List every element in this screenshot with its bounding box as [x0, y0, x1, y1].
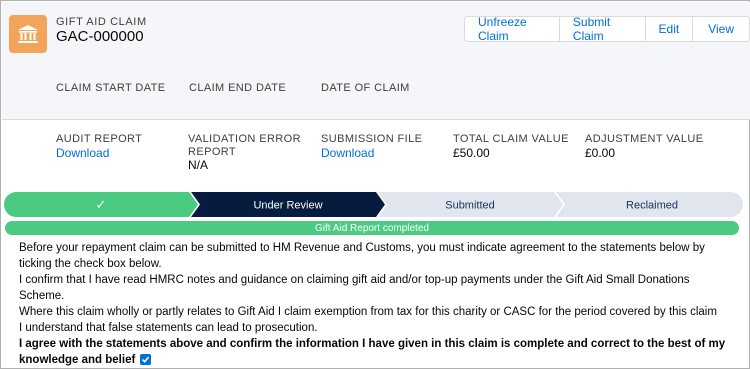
path-stage-reclaimed[interactable]: Reclaimed [556, 192, 743, 217]
adjustment-value: £0.00 [585, 146, 616, 160]
object-type-label: GIFT AID CLAIM [56, 16, 147, 28]
path-stage-check-icon: ✓ [96, 198, 107, 213]
path-stage-under-review[interactable]: Under Review [191, 192, 385, 217]
path-stage-label-submitted: Submitted [445, 200, 495, 212]
total-claim-value: £50.00 [453, 146, 490, 160]
audit-report-label: AUDIT REPORT [56, 133, 143, 145]
declaration-line-2: Where this claim wholly or partly relate… [19, 306, 717, 318]
audit-report-download-link[interactable]: Download [56, 146, 109, 160]
agreement-checkbox[interactable] [140, 354, 152, 365]
declaration-line-1: I confirm that I have read HMRC notes an… [19, 274, 690, 302]
submission-file-download-link[interactable]: Download [321, 146, 374, 160]
total-claim-value-label: TOTAL CLAIM VALUE [453, 133, 569, 145]
path-stage-complete[interactable]: ✓ [4, 192, 198, 217]
date-of-claim-label: DATE OF CLAIM [321, 82, 410, 94]
agreement-text: I agree with the statements above and co… [19, 338, 726, 366]
validation-error-report-label-line2: REPORT [188, 146, 237, 158]
record-name: GAC-000000 [56, 28, 144, 45]
record-page: GIFT AID CLAIM GAC-000000 Unfreeze Claim… [0, 0, 750, 369]
validation-error-report-label-line1: VALIDATION ERROR [188, 133, 301, 145]
path-stage-submitted[interactable]: Submitted [378, 192, 563, 217]
submit-claim-button[interactable]: Submit Claim [558, 15, 646, 43]
declaration-intro: Before your repayment claim can be submi… [19, 242, 705, 270]
claim-end-date-label: CLAIM END DATE [189, 82, 287, 94]
unfreeze-claim-button[interactable]: Unfreeze Claim [464, 15, 560, 43]
declaration-text: Before your repayment claim can be submi… [19, 240, 731, 368]
edit-button[interactable]: Edit [644, 16, 694, 42]
submission-file-label: SUBMISSION FILE [321, 133, 423, 145]
validation-error-report-label: VALIDATION ERROR REPORT [188, 133, 301, 159]
path-stage-label-reclaimed: Reclaimed [626, 200, 678, 212]
action-button-group: Unfreeze Claim Submit Claim Edit View [464, 15, 750, 43]
path-stage-label-under-review: Under Review [253, 200, 322, 212]
status-path: ✓ Under Review Submitted Reclaimed [4, 192, 743, 217]
record-header: GIFT AID CLAIM GAC-000000 Unfreeze Claim… [2, 2, 750, 120]
checkmark-icon [142, 356, 150, 363]
gift-aid-report-completed-banner: Gift Aid Report completed [5, 221, 739, 235]
validation-error-report-value: N/A [188, 158, 209, 172]
view-button[interactable]: View [692, 16, 750, 42]
bank-icon [9, 15, 47, 53]
adjustment-value-label: ADJUSTMENT VALUE [585, 133, 704, 145]
declaration-line-3: I understand that false statements can l… [19, 322, 318, 334]
agreement-statement: I agree with the statements above and co… [19, 336, 731, 368]
claim-start-date-label: CLAIM START DATE [56, 82, 166, 94]
